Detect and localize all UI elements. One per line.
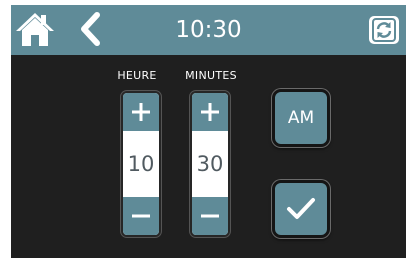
hours-decrement-button[interactable] [123, 197, 159, 235]
chevron-left-icon[interactable] [78, 12, 102, 46]
hours-value[interactable]: 10 [123, 133, 159, 195]
refresh-button[interactable] [369, 16, 399, 44]
minus-icon [132, 214, 150, 218]
plus-icon [201, 103, 219, 121]
minutes-stepper: 30 [190, 91, 230, 237]
minutes-decrement-button[interactable] [192, 197, 228, 235]
refresh-icon [372, 18, 396, 42]
time-setting-screen: 10:30 HEURE 10 MINUTES 30 AM [11, 5, 406, 258]
header-time: 10:30 [175, 17, 242, 43]
am-pm-label: AM [287, 108, 315, 128]
minus-icon [201, 214, 219, 218]
minutes-increment-button[interactable] [192, 93, 228, 131]
hours-increment-button[interactable] [123, 93, 159, 131]
hours-stepper: 10 [121, 91, 161, 237]
minutes-value[interactable]: 30 [192, 133, 228, 195]
minutes-label: MINUTES [185, 69, 237, 82]
confirm-button[interactable] [272, 180, 330, 238]
plus-icon [132, 103, 150, 121]
home-icon[interactable] [15, 11, 55, 47]
hours-label: HEURE [117, 69, 157, 82]
am-pm-toggle-button[interactable]: AM [272, 89, 330, 147]
checkmark-icon [287, 198, 315, 219]
header-bar: 10:30 [11, 5, 406, 55]
